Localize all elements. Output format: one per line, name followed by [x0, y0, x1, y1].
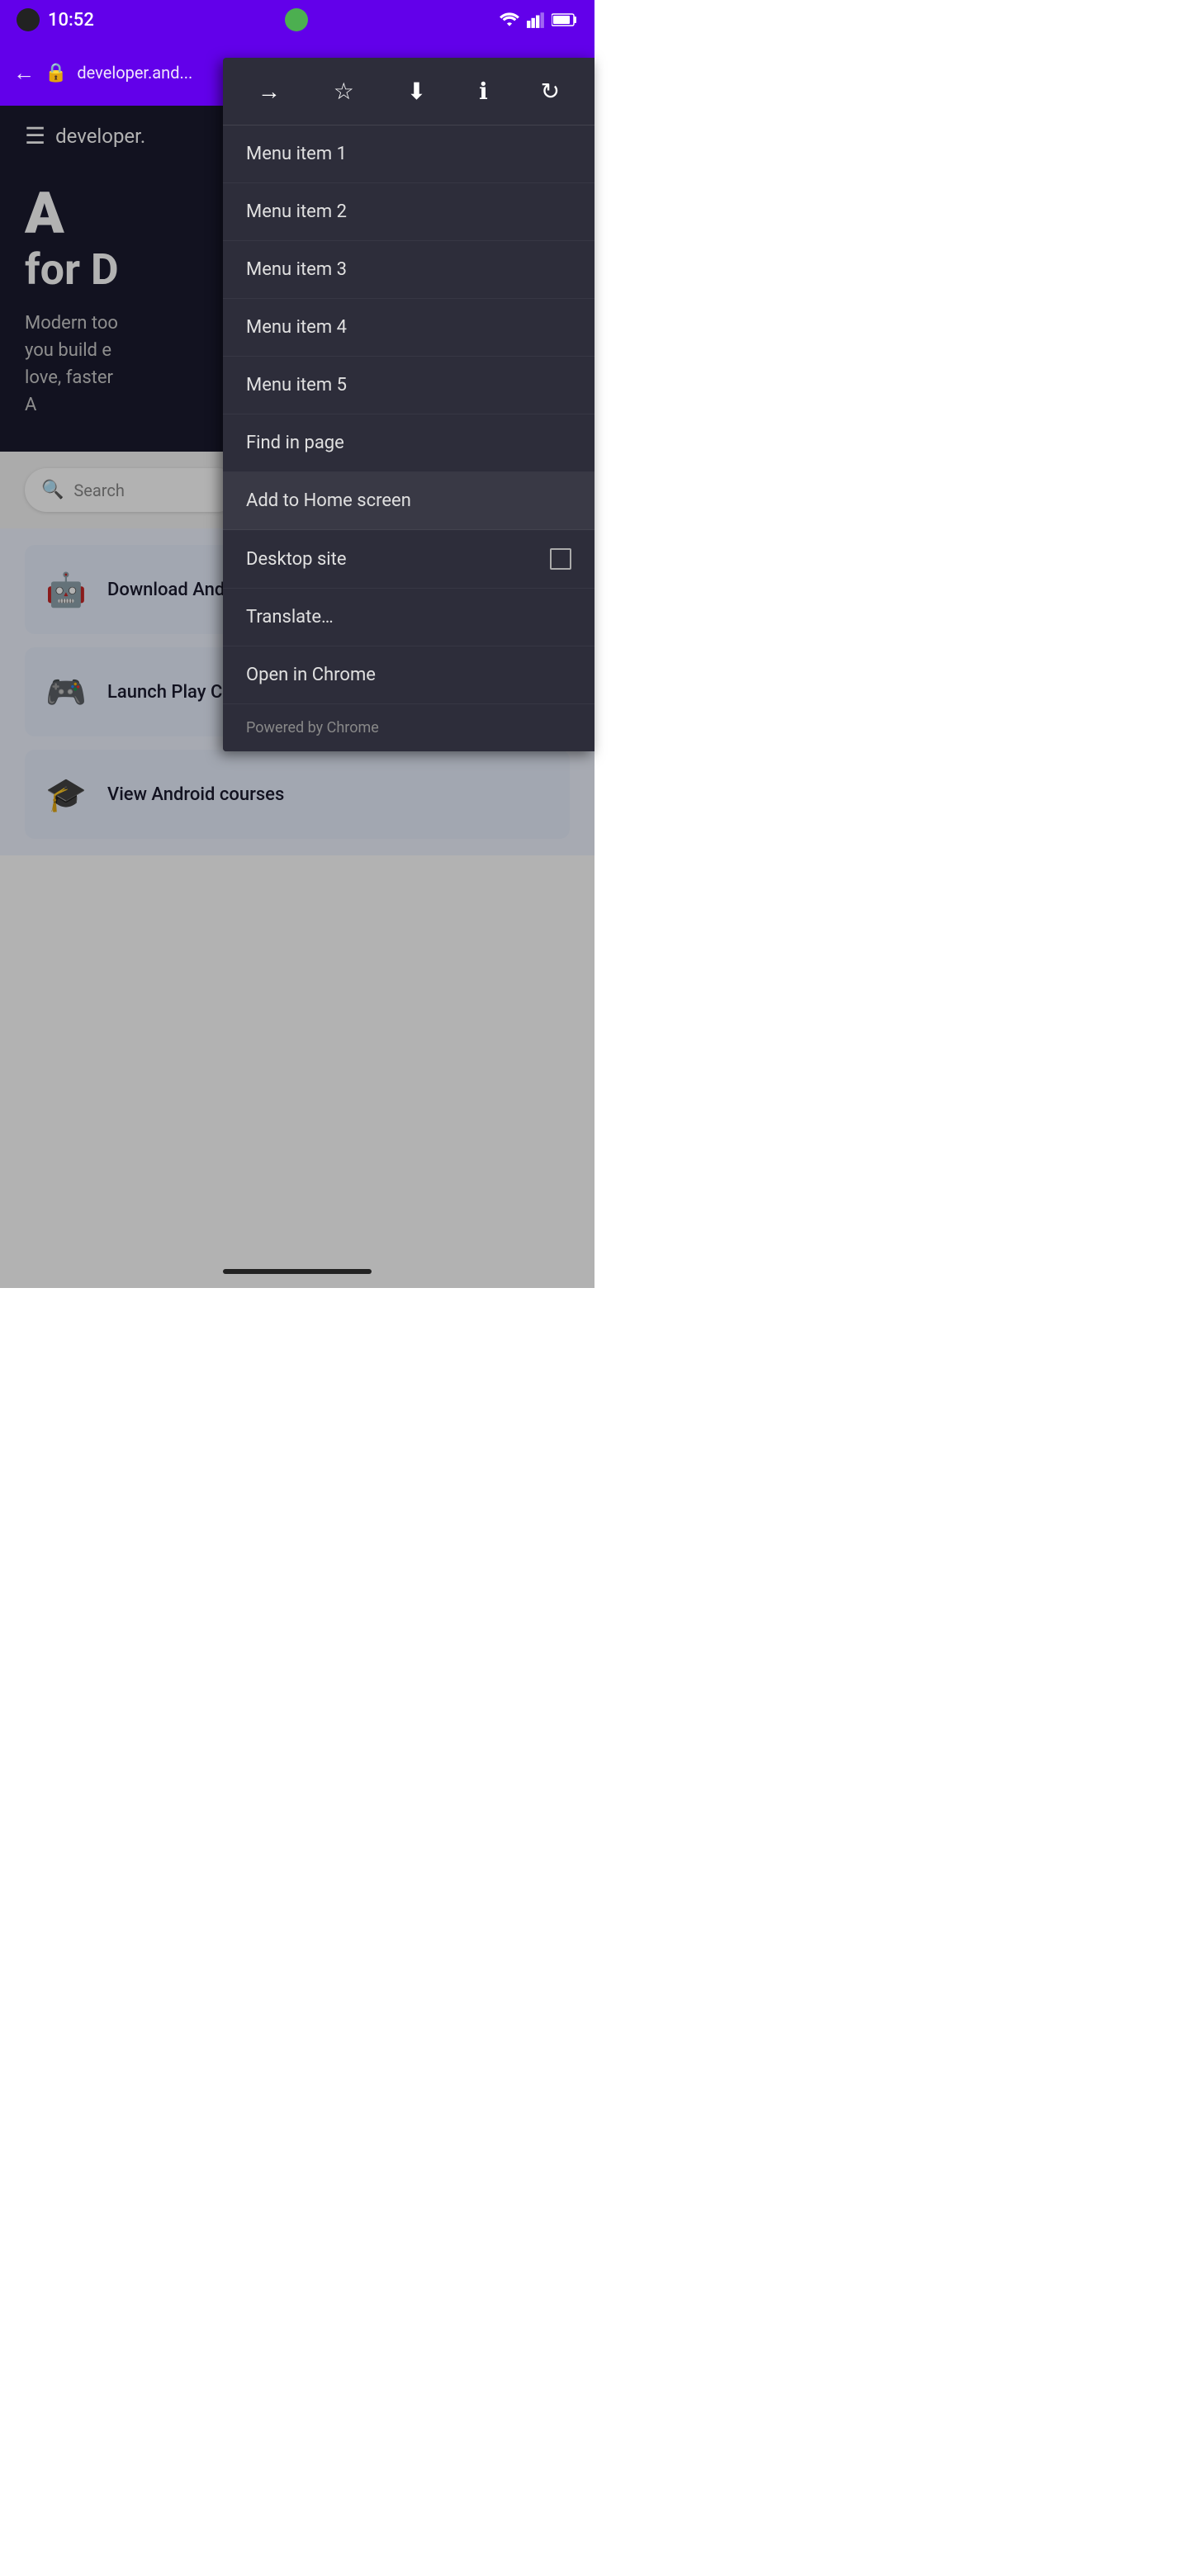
menu-item-4[interactable]: Menu item 4	[223, 299, 594, 357]
menu-item-3-label: Menu item 3	[246, 259, 347, 280]
status-time: 10:52	[48, 10, 94, 31]
green-dot-icon	[285, 8, 308, 31]
battery-icon	[552, 12, 578, 28]
desktop-site-checkbox[interactable]	[550, 548, 571, 570]
context-menu: → ☆ ⬇ ℹ ↻ Menu item 1 Menu item 2 Menu i…	[223, 58, 594, 751]
menu-item-5[interactable]: Menu item 5	[223, 357, 594, 414]
info-icon[interactable]: ℹ	[469, 73, 498, 110]
status-bar: 10:52	[0, 0, 594, 40]
translate-item[interactable]: Translate…	[223, 589, 594, 646]
open-in-chrome-label: Open in Chrome	[246, 665, 376, 685]
wifi-icon	[499, 12, 520, 28]
find-in-page-label: Find in page	[246, 433, 344, 453]
star-icon[interactable]: ☆	[324, 73, 364, 110]
desktop-site-item[interactable]: Desktop site	[223, 530, 594, 589]
desktop-site-label: Desktop site	[246, 549, 347, 570]
powered-by-chrome-text: Powered by Chrome	[246, 719, 379, 736]
back-button[interactable]: ←	[13, 60, 35, 86]
forward-icon[interactable]: →	[248, 73, 291, 110]
translate-label: Translate…	[246, 607, 334, 627]
menu-item-4-label: Menu item 4	[246, 317, 347, 338]
add-to-home-screen-label: Add to Home screen	[246, 490, 411, 511]
status-bar-left: 10:52	[17, 8, 94, 31]
refresh-icon[interactable]: ↻	[531, 73, 570, 110]
add-to-home-screen-item[interactable]: Add to Home screen	[223, 472, 594, 530]
menu-item-2-label: Menu item 2	[246, 201, 347, 222]
menu-footer: Powered by Chrome	[223, 704, 594, 751]
status-circle-icon	[17, 8, 40, 31]
download-icon[interactable]: ⬇	[397, 73, 436, 110]
menu-item-2[interactable]: Menu item 2	[223, 183, 594, 241]
menu-item-3[interactable]: Menu item 3	[223, 241, 594, 299]
menu-item-1-label: Menu item 1	[246, 144, 347, 164]
menu-toolbar: → ☆ ⬇ ℹ ↻	[223, 58, 594, 125]
menu-item-1[interactable]: Menu item 1	[223, 125, 594, 183]
find-in-page-item[interactable]: Find in page	[223, 414, 594, 472]
menu-item-5-label: Menu item 5	[246, 375, 347, 395]
lock-icon: 🔒	[45, 63, 67, 83]
open-in-chrome-item[interactable]: Open in Chrome	[223, 646, 594, 704]
signal-icon	[527, 12, 545, 28]
status-icons	[499, 12, 578, 28]
